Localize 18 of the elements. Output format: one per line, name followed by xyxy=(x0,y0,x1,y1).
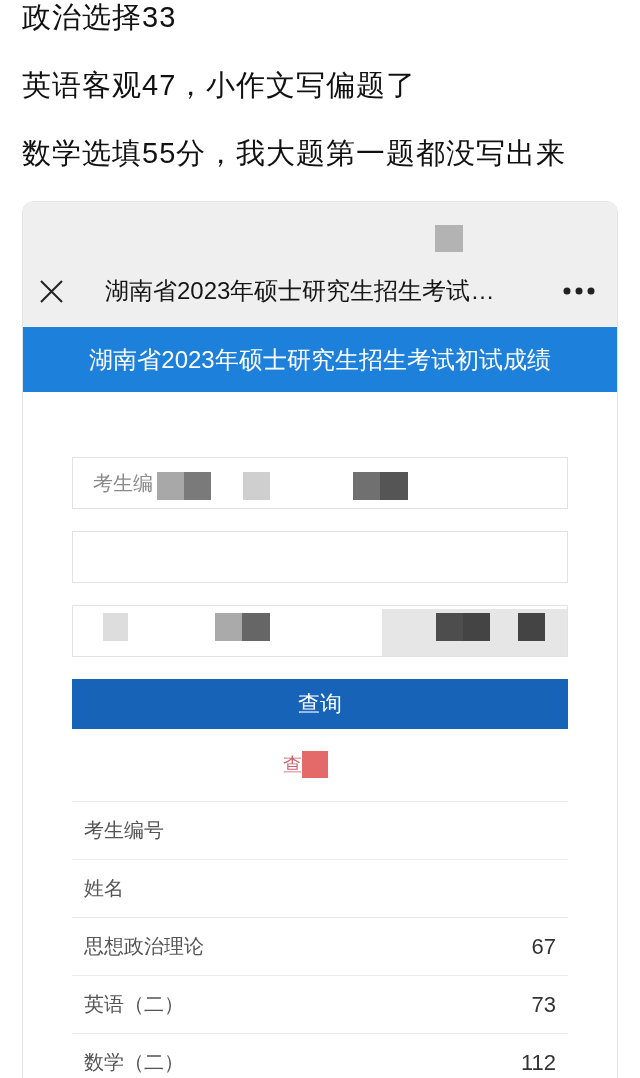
more-icon[interactable] xyxy=(563,287,595,295)
close-icon[interactable] xyxy=(40,279,63,303)
input-field[interactable] xyxy=(72,531,568,583)
result-label: 英语（二） xyxy=(84,992,184,1017)
page-title: 湖南省2023年硕士研究生招生考试… xyxy=(105,276,495,306)
score-value: 73 xyxy=(531,991,556,1018)
title-banner: 湖南省2023年硕士研究生招生考试初试成绩 xyxy=(23,327,617,392)
post-text: 数学选填55分，我大题第一题都没写出来 xyxy=(22,136,567,170)
post-text: 政治选择33 xyxy=(22,0,177,34)
result-label: 数学（二） xyxy=(84,1050,184,1075)
result-label: 思想政治理论 xyxy=(84,934,204,959)
result-label: 考生编号 xyxy=(84,818,164,843)
notice-text: 查 xyxy=(282,753,302,777)
post-text: 英语客观47，小作文写偏题了 xyxy=(22,68,417,102)
query-button[interactable]: 查询 xyxy=(72,679,568,729)
score-value: 67 xyxy=(531,933,556,960)
result-label: 姓名 xyxy=(84,876,124,901)
score-value: 112 xyxy=(520,1049,556,1076)
